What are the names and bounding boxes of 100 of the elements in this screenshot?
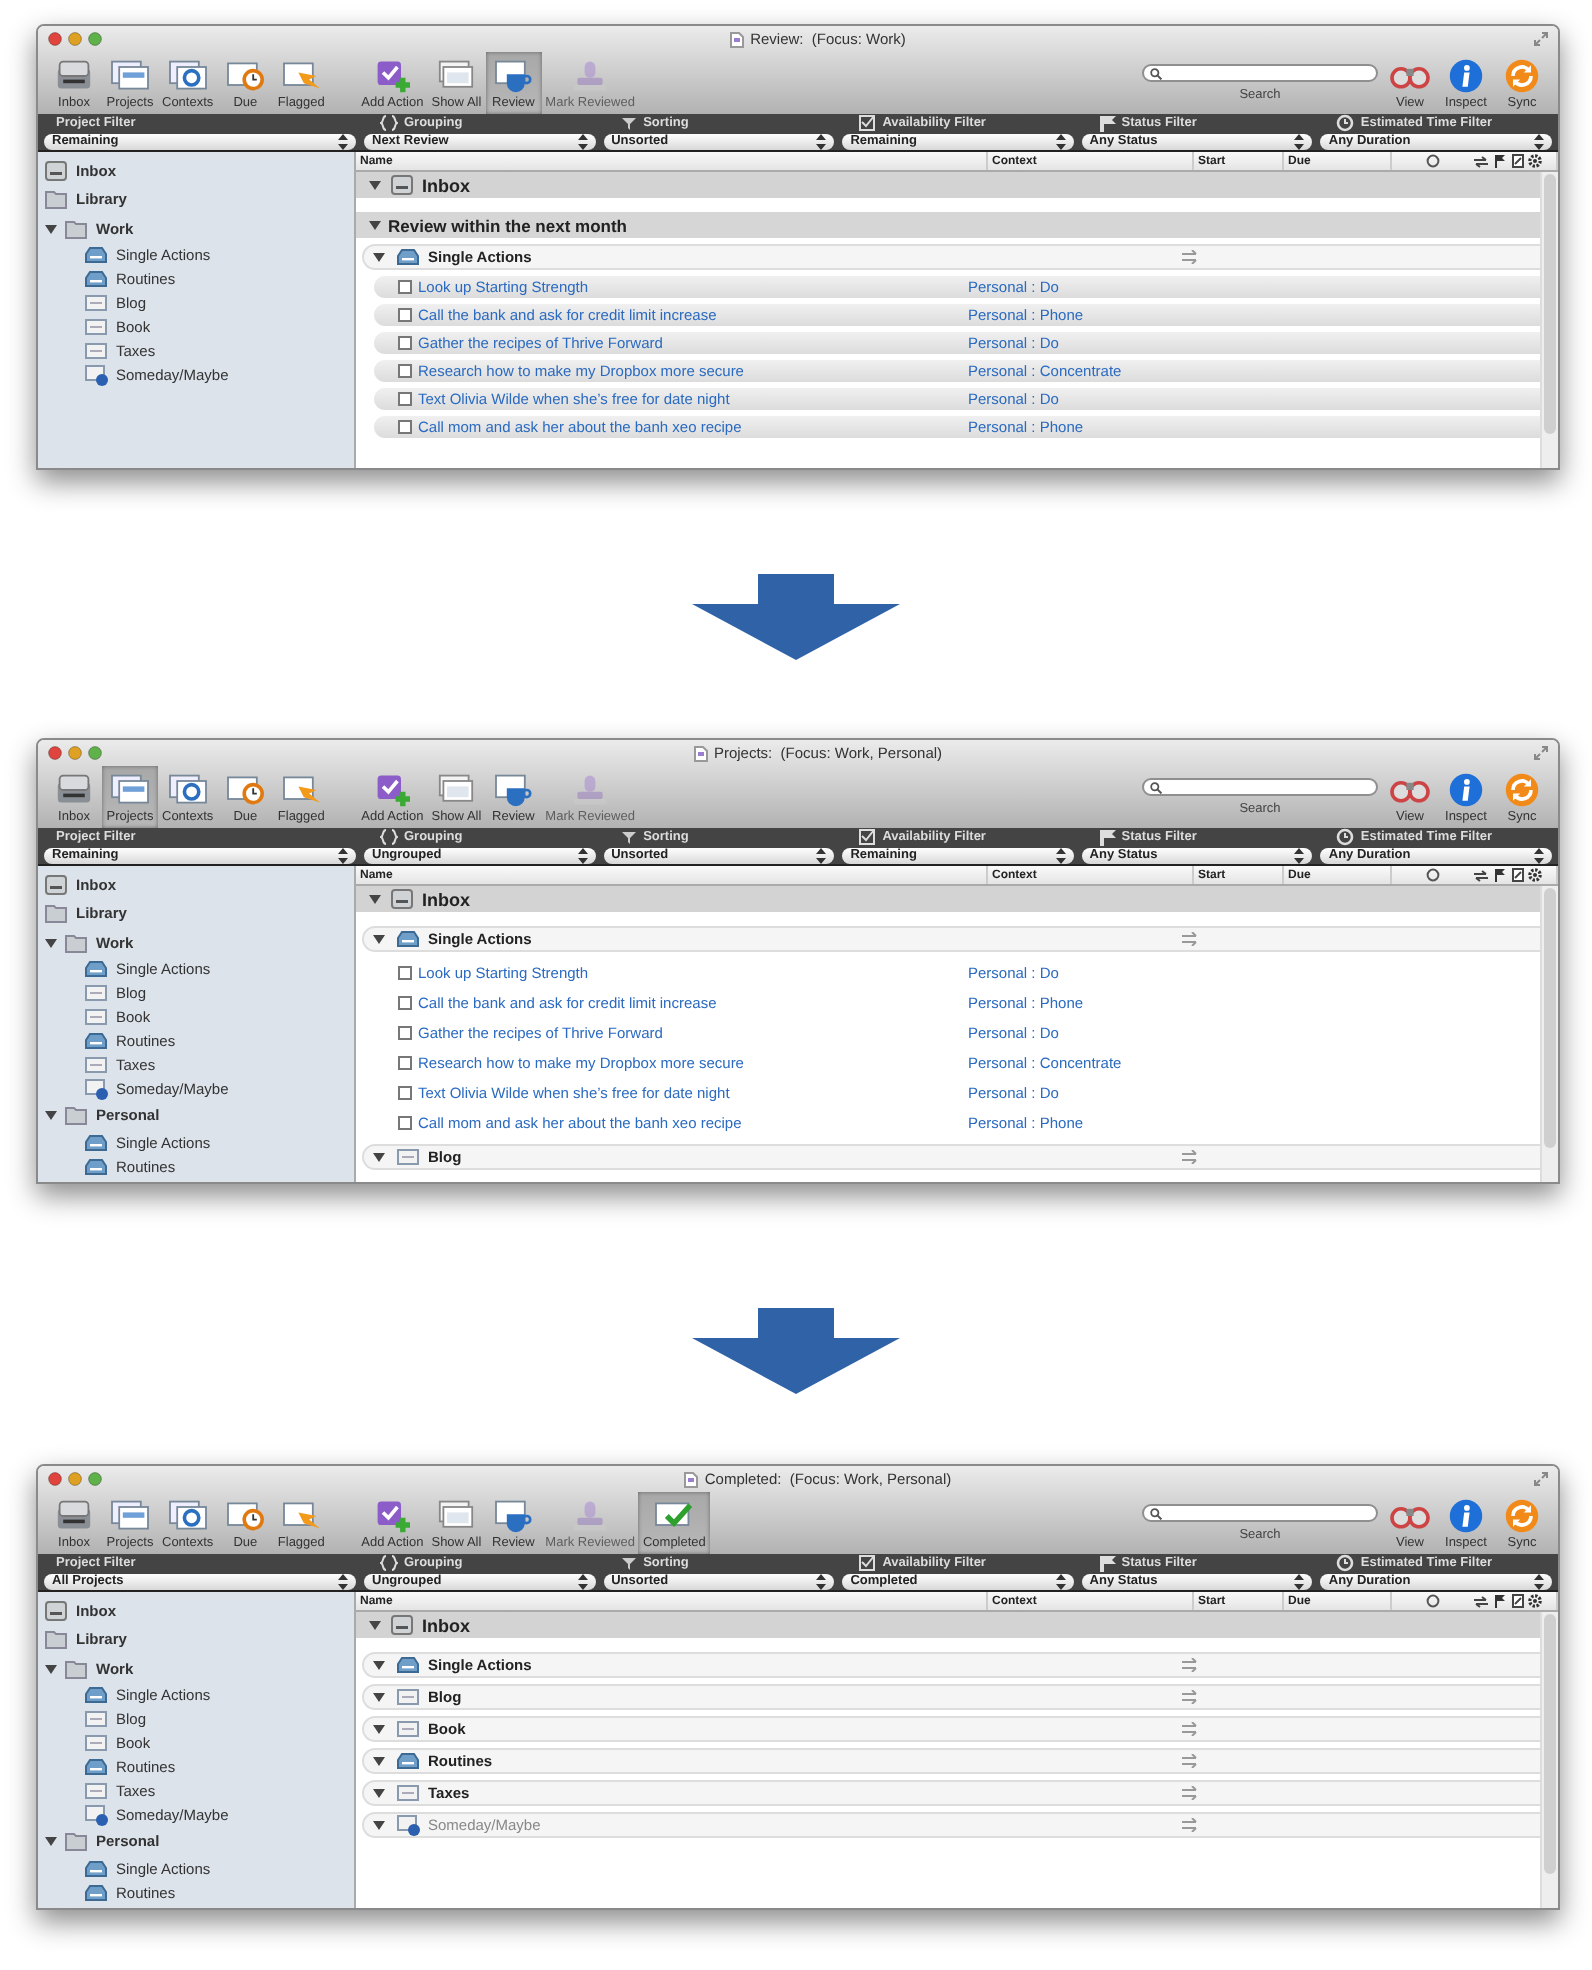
parallel-icon: [1182, 1690, 1200, 1704]
search-field[interactable]: [1142, 64, 1378, 82]
window-clock-icon: [221, 57, 270, 93]
parallel-icon: [1182, 1754, 1200, 1768]
clock-icon: [1336, 1554, 1355, 1572]
checkbox[interactable]: [398, 308, 412, 322]
parallel-icon: [1182, 1722, 1200, 1736]
folder-icon: [64, 1104, 88, 1127]
disclosure-triangle[interactable]: [372, 1818, 386, 1832]
disclosure-triangle[interactable]: [44, 1661, 58, 1676]
group-title: Inbox: [422, 889, 470, 909]
group-title: Inbox: [422, 175, 470, 195]
updown-arrows-icon: [1055, 1573, 1066, 1589]
list-clock-icon: [84, 1804, 108, 1826]
flag-icon: [1097, 828, 1116, 846]
updown-arrows-icon: [577, 847, 588, 863]
window-stack-icon: [163, 1497, 212, 1533]
checkbox[interactable]: [398, 1056, 412, 1070]
disclosure-triangle[interactable]: [372, 1786, 386, 1800]
disclosure-triangle[interactable]: [368, 178, 382, 192]
checkbox[interactable]: [398, 280, 412, 294]
scrollbar[interactable]: [1540, 886, 1558, 1182]
flag-icon: [1493, 154, 1505, 168]
checkbox[interactable]: [398, 966, 412, 980]
disclosure-triangle[interactable]: [372, 1658, 386, 1672]
folder-icon: [64, 217, 88, 240]
document-icon: [730, 31, 745, 47]
list-icon: [84, 1054, 108, 1076]
flag-icon: [1097, 114, 1116, 132]
checkbox[interactable]: [398, 1026, 412, 1040]
disclosure-triangle[interactable]: [44, 935, 58, 950]
disclosure-triangle[interactable]: [372, 1690, 386, 1704]
updown-arrows-icon: [1533, 1573, 1544, 1589]
disclosure-triangle[interactable]: [372, 1722, 386, 1736]
list-clock-icon: [84, 1078, 108, 1100]
checkbox[interactable]: [398, 1116, 412, 1130]
disclosure-triangle[interactable]: [372, 932, 386, 946]
checkbox[interactable]: [398, 1086, 412, 1100]
updown-arrows-icon: [338, 847, 348, 863]
updown-arrows-icon: [1533, 847, 1544, 863]
list-icon: [396, 1782, 420, 1804]
list-icon: [84, 1732, 108, 1754]
folder-icon: [44, 188, 68, 211]
fullscreen-icon: [1534, 746, 1548, 760]
list-icon: [84, 1708, 108, 1730]
window-stack-icon: [106, 1497, 154, 1533]
disclosure-triangle[interactable]: [44, 221, 58, 236]
disclosure-triangle[interactable]: [372, 1150, 386, 1164]
document-icon: [693, 745, 708, 761]
window-cup-icon: [489, 57, 538, 93]
tray-icon: [84, 1155, 108, 1177]
scrollbar[interactable]: [1540, 172, 1558, 468]
disclosure-triangle[interactable]: [44, 1108, 58, 1123]
list-icon: [84, 292, 108, 314]
tray-icon: [84, 1684, 108, 1706]
checkbox-icon: [858, 1554, 877, 1572]
parallel-icon: [1182, 1818, 1200, 1832]
braces-icon: [380, 828, 398, 846]
checkbox[interactable]: [398, 996, 412, 1010]
group-title: Inbox: [422, 1615, 470, 1635]
search-icon: [1150, 1507, 1162, 1519]
disclosure-triangle[interactable]: [368, 1618, 382, 1632]
updown-arrows-icon: [577, 133, 588, 149]
window-stack-icon: [106, 57, 154, 93]
updown-arrows-icon: [816, 847, 827, 863]
search-field[interactable]: [1142, 1504, 1378, 1522]
tray-icon: [84, 1131, 108, 1153]
tray-icon: [84, 1881, 108, 1903]
list-icon: [396, 1146, 420, 1168]
list-icon: [84, 1006, 108, 1028]
tray-icon: [84, 958, 108, 980]
checkbox[interactable]: [398, 336, 412, 350]
updown-arrows-icon: [1055, 133, 1066, 149]
disclosure-triangle[interactable]: [372, 1754, 386, 1768]
tray-icon: [84, 244, 108, 266]
gear-icon: [1528, 154, 1542, 168]
updown-arrows-icon: [338, 133, 348, 149]
list-icon: [84, 1780, 108, 1802]
folder-icon: [44, 1628, 68, 1651]
disclosure-triangle[interactable]: [368, 892, 382, 906]
checkbox[interactable]: [398, 420, 412, 434]
updown-arrows-icon: [816, 1573, 827, 1589]
document-icon: [684, 1471, 699, 1487]
disclosure-triangle[interactable]: [368, 218, 382, 232]
checkbox[interactable]: [398, 364, 412, 378]
braces-icon: [380, 1554, 398, 1572]
disclosure-triangle[interactable]: [44, 1834, 58, 1849]
checkbox[interactable]: [398, 392, 412, 406]
scrollbar[interactable]: [1540, 1612, 1558, 1908]
checkbox-icon: [858, 828, 877, 846]
list-icon: [84, 316, 108, 338]
list-icon: [84, 340, 108, 362]
parallel-icon: [1182, 1658, 1200, 1672]
search-field[interactable]: [1142, 778, 1378, 796]
tray-icon: [396, 1750, 420, 1772]
window-stack-icon: [163, 771, 212, 807]
disclosure-triangle[interactable]: [372, 250, 386, 264]
inbox-tray-icon: [44, 1599, 68, 1622]
updown-arrows-icon: [577, 1573, 588, 1589]
circle-icon: [1425, 1594, 1439, 1608]
